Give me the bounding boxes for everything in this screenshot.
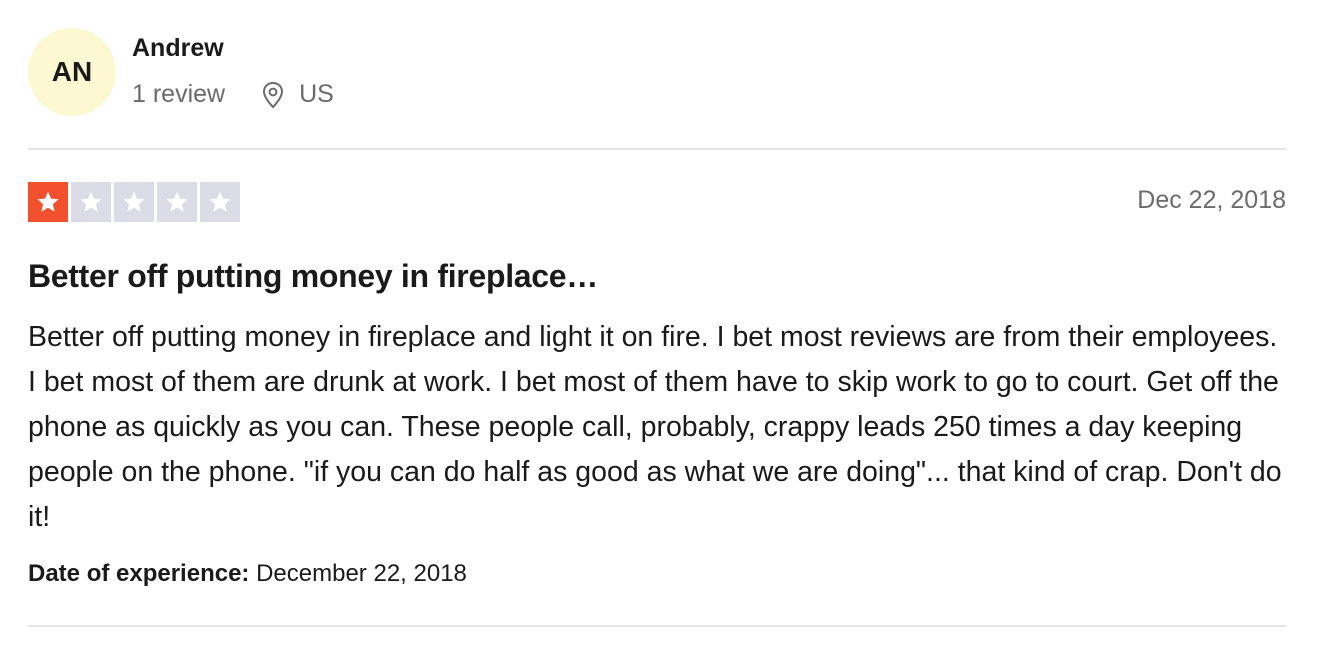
reviewer-meta: 1 review US xyxy=(132,80,334,109)
review-card: AN Andrew 1 review US Dec 22, 2018 Bette… xyxy=(28,0,1286,646)
review-body: Better off putting money in fireplace an… xyxy=(28,321,1282,533)
review-date: Dec 22, 2018 xyxy=(1137,186,1286,214)
review-title[interactable]: Better off putting money in fireplace… xyxy=(28,258,598,295)
star-icon xyxy=(114,182,154,222)
experience-label: Date of experience: xyxy=(28,560,250,587)
star-rating xyxy=(28,182,240,222)
star-icon xyxy=(200,182,240,222)
experience-date: December 22, 2018 xyxy=(256,560,467,587)
review-count: 1 review xyxy=(132,80,226,108)
location-pin-icon xyxy=(261,81,285,109)
star-icon xyxy=(157,182,197,222)
star-icon xyxy=(71,182,111,222)
reviewer-country: US xyxy=(299,80,334,108)
date-of-experience: Date of experience: December 22, 2018 xyxy=(28,560,467,588)
reviewer-header: AN Andrew 1 review US xyxy=(28,28,1286,118)
avatar[interactable]: AN xyxy=(28,28,116,116)
reviewer-name[interactable]: Andrew xyxy=(132,34,224,63)
divider xyxy=(28,625,1286,627)
star-icon xyxy=(28,182,68,222)
divider xyxy=(28,148,1286,150)
